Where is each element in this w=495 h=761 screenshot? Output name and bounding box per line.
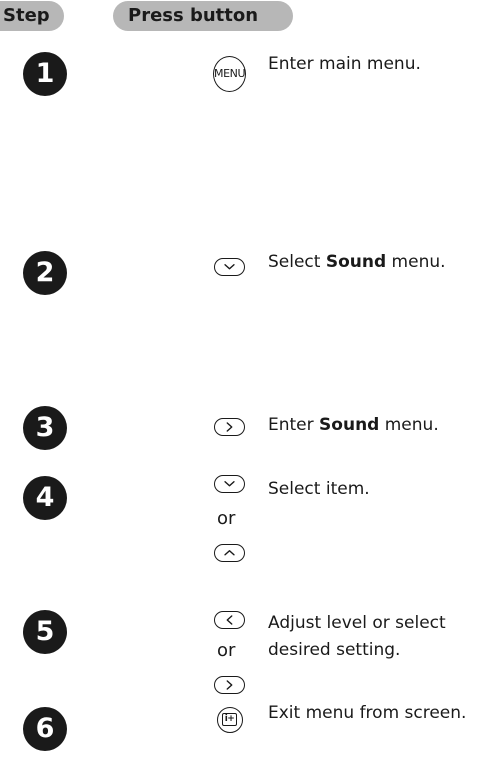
step-3-text-before: Enter xyxy=(268,415,320,435)
step-3-text-bold: Sound xyxy=(319,415,380,435)
step-4-description: Select item. xyxy=(268,479,370,499)
step-6-description: Exit menu from screen. xyxy=(268,703,467,723)
step-number-6: 6 xyxy=(23,707,67,751)
or-connector: or xyxy=(217,508,236,529)
step-3-description: Enter Sound menu. xyxy=(268,413,439,437)
step-2-text-bold: Sound xyxy=(325,252,387,272)
step-number-5: 5 xyxy=(23,610,67,654)
press-button-header: Press button xyxy=(113,1,293,31)
step-2-text-after: menu. xyxy=(386,252,446,272)
chevron-up-icon xyxy=(214,544,245,562)
step-2-description: Select Sound menu. xyxy=(268,250,446,274)
step-number-1: 1 xyxy=(23,52,67,96)
menu-icon: MENU xyxy=(213,56,246,92)
chevron-right-icon xyxy=(214,676,245,694)
step-5-description-line-2: desired setting. xyxy=(268,640,401,660)
info-icon-label: i+ xyxy=(222,713,237,726)
step-2-text-before: Select xyxy=(268,252,326,272)
step-5-description-line-1: Adjust level or select xyxy=(268,613,446,633)
chevron-down-icon xyxy=(214,258,245,276)
step-3-text-after: menu. xyxy=(379,415,439,435)
step-header: Step xyxy=(0,1,64,31)
chevron-left-icon xyxy=(214,611,245,629)
chevron-down-icon xyxy=(214,475,245,493)
or-connector: or xyxy=(217,640,236,661)
chevron-right-icon xyxy=(214,418,245,436)
info-icon: i+ xyxy=(217,707,243,733)
step-1-description: Enter main menu. xyxy=(268,54,421,74)
step-number-2: 2 xyxy=(23,251,67,295)
step-number-4: 4 xyxy=(23,476,67,520)
step-number-3: 3 xyxy=(23,406,67,450)
